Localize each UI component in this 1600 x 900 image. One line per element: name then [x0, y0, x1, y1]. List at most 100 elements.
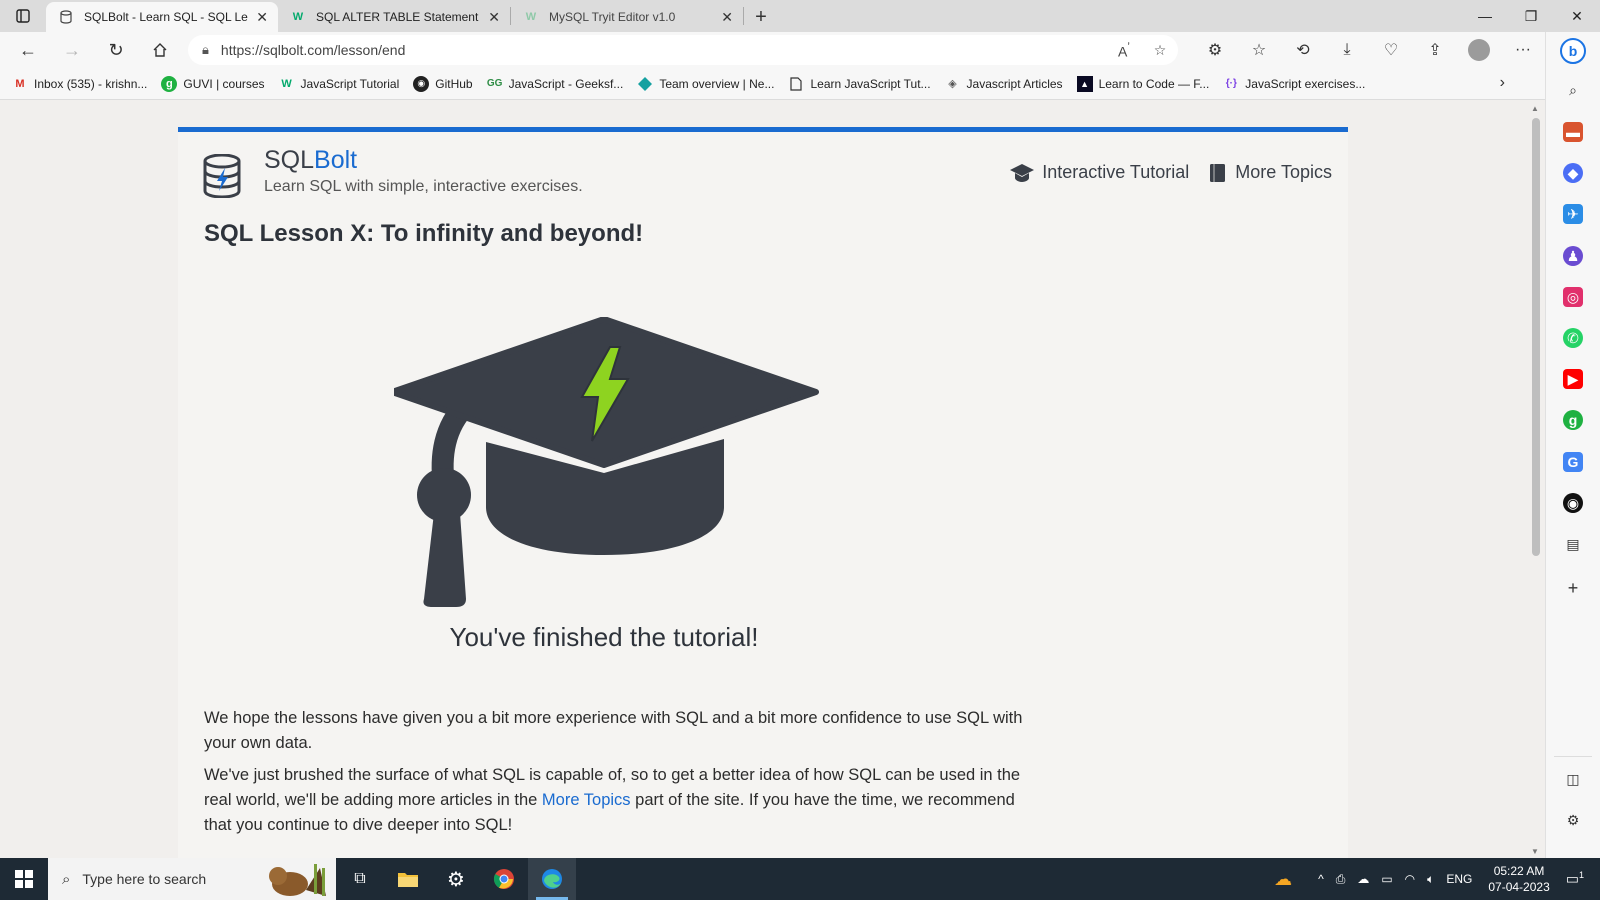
- weather-icon[interactable]: ☁: [1274, 869, 1292, 890]
- clock[interactable]: 05:22 AM 07-04-2023: [1488, 863, 1549, 895]
- add-sidebar-icon[interactable]: +: [1563, 578, 1583, 598]
- favorite-label: JavaScript exercises...: [1245, 76, 1366, 91]
- translate-icon[interactable]: G: [1563, 452, 1583, 472]
- tab-title: MySQL Tryit Editor v1.0: [549, 10, 676, 24]
- scroll-thumb[interactable]: [1532, 118, 1540, 556]
- minimize-icon[interactable]: —: [1462, 0, 1508, 32]
- show-hidden-icons-icon[interactable]: ^: [1318, 872, 1324, 886]
- nav-label: Interactive Tutorial: [1042, 162, 1190, 182]
- tab-close-icon[interactable]: ✕: [721, 9, 733, 26]
- downloads-icon[interactable]: ⤓: [1325, 41, 1369, 59]
- bing-icon[interactable]: b: [1560, 38, 1586, 64]
- scroll-up-icon[interactable]: ▲: [1531, 104, 1539, 113]
- favorite-label: Learn JavaScript Tut...: [810, 76, 931, 91]
- back-button[interactable]: ←: [6, 32, 50, 68]
- chrome-icon: [493, 869, 514, 889]
- tab-close-icon[interactable]: ✕: [488, 9, 500, 26]
- whatsapp-icon[interactable]: ✆: [1563, 328, 1583, 348]
- games-icon[interactable]: ♟: [1563, 246, 1583, 266]
- favorite-item[interactable]: GG JavaScript - Geeksf...: [486, 76, 624, 92]
- hide-sidebar-icon[interactable]: ◫: [1563, 769, 1583, 789]
- favorite-item[interactable]: Learn JavaScript Tut...: [788, 76, 931, 92]
- home-button[interactable]: [138, 32, 182, 68]
- tab-sqlbolt[interactable]: SQLBolt - Learn SQL - SQL Lesso ✕: [46, 2, 278, 32]
- github-sidebar-icon[interactable]: ◉: [1563, 493, 1583, 513]
- geeksforgeeks-icon: GG: [486, 78, 503, 89]
- volume-icon[interactable]: 🔈︎: [1427, 872, 1434, 887]
- close-window-icon[interactable]: ✕: [1554, 0, 1600, 32]
- language-indicator[interactable]: ENG: [1446, 872, 1472, 886]
- nav-more-topics[interactable]: More Topics: [1209, 162, 1332, 183]
- tab-close-icon[interactable]: ✕: [256, 9, 268, 26]
- home-icon: [153, 43, 167, 57]
- tab-actions-button[interactable]: [0, 0, 46, 32]
- youtube-icon[interactable]: ▶: [1563, 369, 1583, 389]
- brand-name[interactable]: SQLBolt: [264, 146, 357, 175]
- guvi-sidebar-icon[interactable]: g: [1563, 410, 1583, 430]
- onedrive-icon[interactable]: ☁: [1357, 872, 1369, 886]
- task-view-button[interactable]: ⧉: [336, 858, 384, 900]
- gmail-icon: M: [15, 77, 25, 90]
- chevron-right-icon[interactable]: ›: [1500, 74, 1505, 92]
- wifi-icon[interactable]: ◠: [1405, 872, 1415, 886]
- url-text[interactable]: https://sqlbolt.com/lesson/end: [221, 42, 1106, 58]
- read-aloud-icon[interactable]: Aʼ: [1106, 41, 1142, 60]
- forward-button[interactable]: →: [50, 32, 94, 68]
- favorite-item[interactable]: g GUVI | courses: [161, 75, 265, 92]
- refresh-button[interactable]: ↻: [94, 32, 138, 68]
- add-favorite-icon[interactable]: ☆: [1142, 42, 1178, 59]
- extensions-icon[interactable]: ⚙︎: [1193, 40, 1237, 60]
- new-tab-button[interactable]: +: [744, 2, 778, 32]
- favorite-item[interactable]: Team overview | Ne...: [637, 76, 774, 92]
- favorites-icon[interactable]: ☆: [1237, 40, 1281, 60]
- scroll-down-icon[interactable]: ▼: [1531, 847, 1539, 856]
- taskbar-search[interactable]: ⌕ Type here to search: [48, 858, 336, 900]
- exercises-icon: {·}: [1225, 78, 1237, 89]
- arrow-right-icon: →: [63, 39, 81, 60]
- start-button[interactable]: [0, 858, 48, 900]
- edge-sidebar: b ⌕ ▬ ◆ ✈ ♟ ◎ ✆ ▶ g G ◉ ▤ + ◫ ⚙: [1545, 32, 1600, 858]
- instagram-icon[interactable]: ◎: [1563, 287, 1583, 307]
- restore-icon[interactable]: ❐: [1508, 0, 1554, 32]
- lesson-paragraph-1: We hope the lessons have given you a bit…: [204, 709, 1023, 752]
- file-explorer-button[interactable]: [384, 858, 432, 900]
- favorite-item[interactable]: ◈ Javascript Articles: [945, 76, 1063, 92]
- meet-now-icon[interactable]: ⎙: [1336, 872, 1346, 887]
- browser-essentials-icon[interactable]: ♡: [1369, 40, 1413, 60]
- favorite-label: Learn to Code — F...: [1098, 76, 1210, 91]
- outlook-icon[interactable]: ✈: [1563, 204, 1583, 224]
- lock-icon[interactable]: 🔒︎: [202, 42, 209, 58]
- nav-label: More Topics: [1235, 162, 1332, 182]
- favorite-item[interactable]: ◉ GitHub: [413, 75, 473, 92]
- classroom-icon[interactable]: ▤: [1563, 534, 1583, 554]
- share-icon[interactable]: ⇪: [1413, 40, 1457, 60]
- sidebar-settings-icon[interactable]: ⚙: [1563, 810, 1583, 830]
- history-icon[interactable]: ⟲: [1281, 40, 1325, 60]
- tab-mysql-tryit[interactable]: W MySQL Tryit Editor v1.0 ✕: [511, 2, 743, 32]
- gear-icon: ⚙: [447, 868, 465, 891]
- favorite-label: JavaScript - Geeksf...: [508, 76, 624, 91]
- office-icon[interactable]: ◆: [1563, 163, 1583, 183]
- notifications-icon[interactable]: ▭1: [1566, 870, 1584, 888]
- chrome-button[interactable]: [480, 858, 528, 900]
- page-scrollbar[interactable]: ▲ ▼: [1527, 100, 1545, 858]
- favorite-label: Javascript Articles: [966, 76, 1063, 91]
- search-placeholder: Type here to search: [82, 871, 207, 887]
- address-bar[interactable]: 🔒︎ https://sqlbolt.com/lesson/end Aʼ ☆: [188, 35, 1178, 65]
- sqlbolt-logo-icon[interactable]: [202, 153, 242, 203]
- battery-icon[interactable]: ▭: [1381, 872, 1392, 886]
- edge-button[interactable]: [528, 858, 576, 900]
- more-options-icon[interactable]: ···: [1501, 41, 1545, 59]
- settings-button[interactable]: ⚙: [432, 858, 480, 900]
- profile-avatar[interactable]: [1468, 39, 1490, 61]
- brand-sql: SQL: [264, 146, 315, 174]
- tools-icon[interactable]: ▬: [1563, 122, 1583, 142]
- tab-alter-table[interactable]: W SQL ALTER TABLE Statement ✕: [278, 2, 510, 32]
- favorite-item[interactable]: M Inbox (535) - krishn...: [12, 76, 147, 92]
- favorite-item[interactable]: W JavaScript Tutorial: [279, 76, 399, 92]
- search-icon[interactable]: ⌕: [1563, 80, 1583, 100]
- more-topics-link[interactable]: More Topics: [542, 791, 631, 809]
- favorite-item[interactable]: {·} JavaScript exercises...: [1223, 76, 1366, 92]
- nav-interactive-tutorial[interactable]: Interactive Tutorial: [1010, 162, 1189, 183]
- favorite-item[interactable]: ▲ Learn to Code — F...: [1076, 75, 1210, 92]
